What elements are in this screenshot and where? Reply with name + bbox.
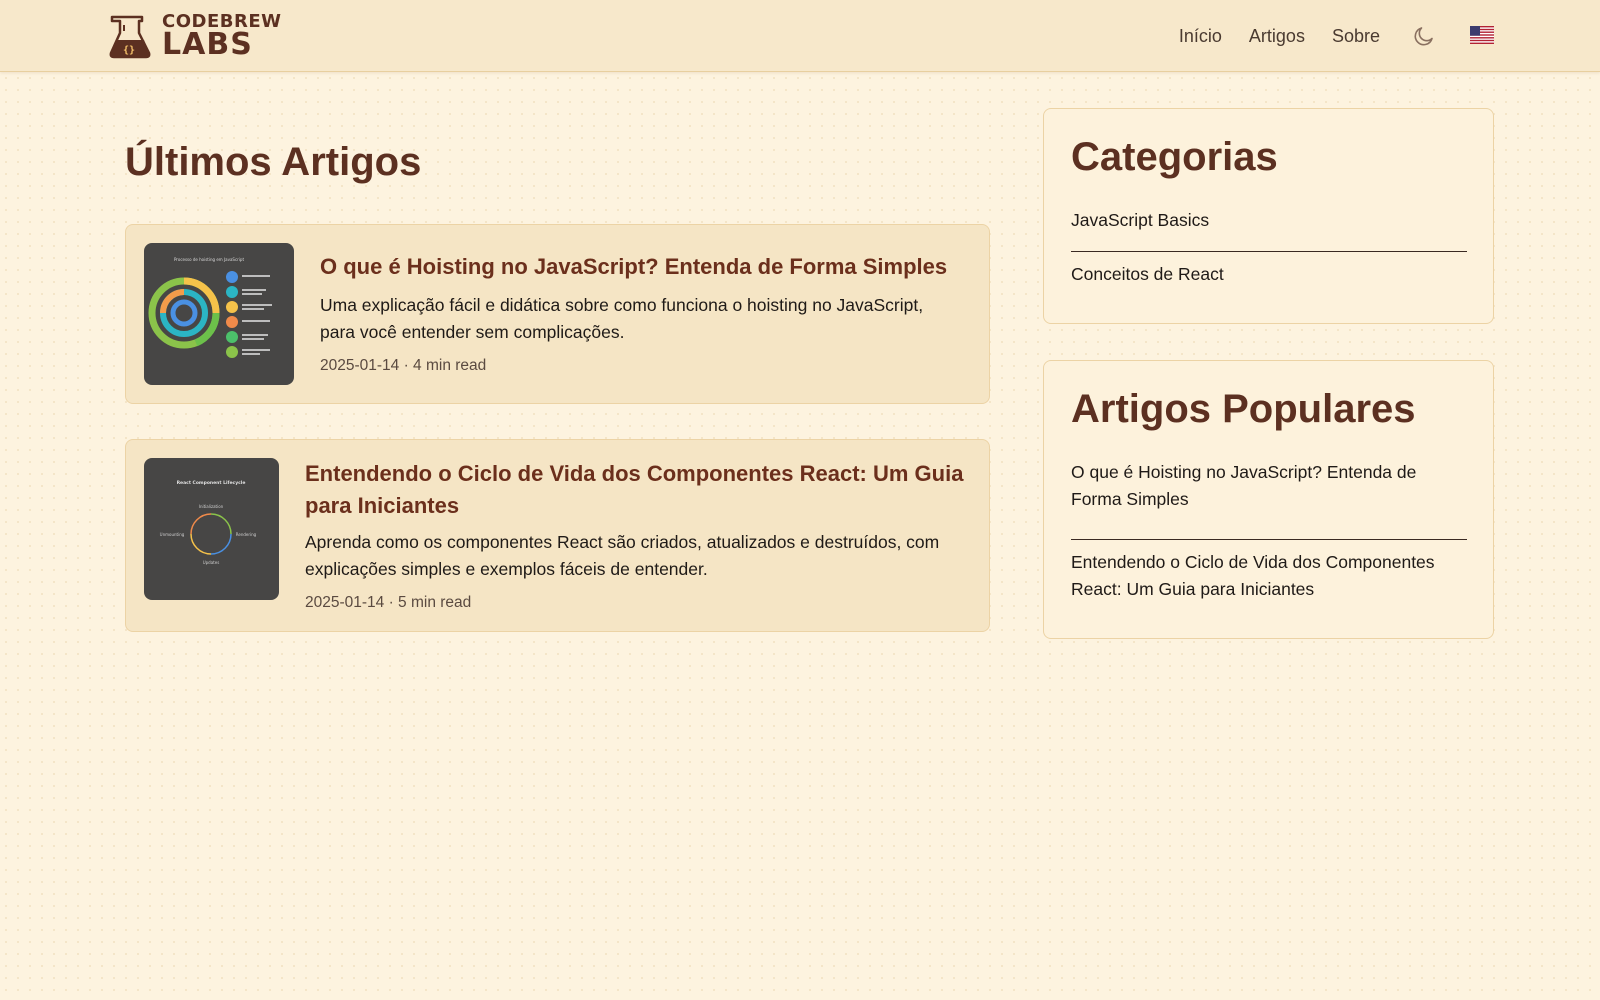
- article-thumbnail[interactable]: Processo de hoisting em JavaScript: [144, 243, 294, 385]
- divider: [1071, 251, 1467, 252]
- popular-title: Artigos Populares: [1071, 387, 1416, 431]
- us-flag-icon[interactable]: [1470, 26, 1494, 44]
- categories-title: Categorias: [1071, 135, 1278, 179]
- article-meta: 2025-01-14 · 5 min read: [305, 594, 472, 611]
- category-item[interactable]: Conceitos de React: [1071, 261, 1471, 288]
- popular-articles-panel: Artigos Populares O que é Hoisting no Ja…: [1043, 360, 1494, 639]
- article-thumbnail[interactable]: React Component Lifecycle Initialization…: [144, 458, 279, 600]
- thumb-stage: Initialization: [199, 504, 224, 509]
- moon-icon[interactable]: [1412, 24, 1436, 48]
- thumb-caption: React Component Lifecycle: [177, 480, 246, 486]
- popular-article-item[interactable]: Entendendo o Ciclo de Vida dos Component…: [1071, 549, 1471, 602]
- article-title[interactable]: Entendendo o Ciclo de Vida dos Component…: [305, 458, 975, 522]
- categories-panel: Categorias JavaScript Basics Conceitos d…: [1043, 108, 1494, 324]
- logo-text: CODEBREW LABS: [162, 12, 281, 62]
- main-nav: Início Artigos Sobre: [1179, 0, 1380, 72]
- page-title: Últimos Artigos: [125, 140, 422, 184]
- thumb-stage: Rendering: [236, 532, 257, 537]
- thumb-stage: Unmounting: [160, 532, 185, 537]
- divider: [1071, 539, 1467, 540]
- logo-bottom: LABS: [162, 26, 253, 62]
- category-item[interactable]: JavaScript Basics: [1071, 207, 1471, 234]
- article-card[interactable]: React Component Lifecycle Initialization…: [125, 439, 990, 632]
- site-header: {} CODEBREW LABS Início Artigos Sobre: [0, 0, 1600, 72]
- flask-icon: {}: [109, 15, 151, 59]
- popular-article-item[interactable]: O que é Hoisting no JavaScript? Entenda …: [1071, 459, 1471, 512]
- nav-artigos[interactable]: Artigos: [1249, 26, 1305, 47]
- site-logo[interactable]: {} CODEBREW LABS: [106, 12, 281, 60]
- article-card[interactable]: Processo de hoisting em JavaScript O que…: [125, 224, 990, 404]
- article-description: Aprenda como os componentes React são cr…: [305, 532, 940, 579]
- svg-text:{}: {}: [123, 45, 135, 56]
- article-title[interactable]: O que é Hoisting no JavaScript? Entenda …: [320, 251, 970, 283]
- article-meta: 2025-01-14 · 4 min read: [320, 357, 487, 374]
- nav-sobre[interactable]: Sobre: [1332, 26, 1380, 47]
- nav-inicio[interactable]: Início: [1179, 26, 1222, 47]
- article-description: Uma explicação fácil e didática sobre co…: [320, 295, 924, 342]
- thumb-stage: Updates: [203, 560, 220, 565]
- thumb-caption: Processo de hoisting em JavaScript: [174, 257, 244, 262]
